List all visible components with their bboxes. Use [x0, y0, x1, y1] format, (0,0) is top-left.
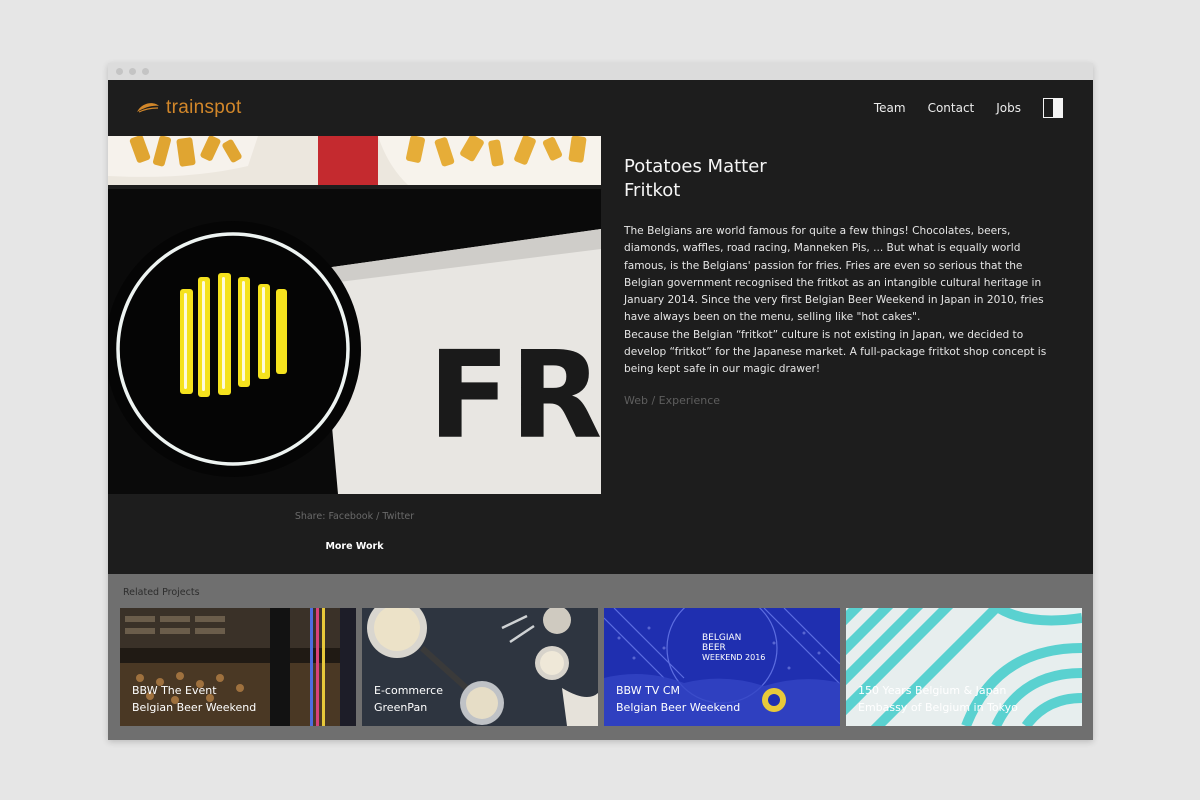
related-card-150-years[interactable]: 150 Years Belgium & Japan Embassy of Bel…	[846, 608, 1082, 726]
card-label: E-commerce GreenPan	[374, 682, 443, 716]
contrast-toggle-icon[interactable]	[1043, 98, 1063, 118]
poster-text: WEEKEND 2016	[702, 653, 765, 662]
window-dot-icon	[129, 68, 136, 75]
card-label: BBW TV CM Belgian Beer Weekend	[616, 682, 740, 716]
related-card-ecommerce[interactable]: E-commerce GreenPan	[362, 608, 598, 726]
nav-jobs[interactable]: Jobs	[996, 101, 1021, 115]
project-tags: Web / Experience	[624, 394, 721, 407]
site-header: trainspot Team Contact Jobs	[108, 80, 1093, 136]
hero-image-fries	[108, 136, 601, 185]
card-title: BBW The Event	[132, 684, 217, 697]
card-title: BBW TV CM	[616, 684, 680, 697]
logo-text: trainspot	[166, 97, 242, 118]
nav-contact[interactable]: Contact	[928, 101, 975, 115]
poster-text: BEER	[702, 643, 726, 653]
share-prefix: Share:	[294, 511, 329, 522]
share-twitter-link[interactable]: Twitter	[382, 511, 414, 522]
related-projects: Related Projects BBW The Event Belgian B…	[108, 574, 1093, 740]
fries-image	[108, 136, 601, 185]
card-label: BBW The Event Belgian Beer Weekend	[132, 682, 256, 716]
logo[interactable]: trainspot	[136, 97, 242, 119]
related-card-bbw-event[interactable]: BBW The Event Belgian Beer Weekend	[120, 608, 356, 726]
project-title-line2: Fritkot	[624, 180, 681, 201]
fritkot-sign-image: FRI	[108, 189, 601, 494]
project-title: Potatoes Matter Fritkot	[624, 155, 924, 203]
related-projects-title: Related Projects	[123, 587, 200, 598]
browser-chrome	[108, 63, 1093, 80]
card-label: 150 Years Belgium & Japan Embassy of Bel…	[858, 682, 1018, 716]
card-title: 150 Years Belgium & Japan	[858, 684, 1007, 697]
share-links: Share: Facebook / Twitter	[108, 511, 601, 522]
leaf-logo-icon	[137, 103, 159, 113]
window-dot-icon	[142, 68, 149, 75]
share-facebook-link[interactable]: Facebook	[328, 511, 373, 522]
card-subtitle: Embassy of Belgium in Tokyo	[858, 701, 1018, 714]
card-subtitle: Belgian Beer Weekend	[616, 701, 741, 714]
share-separator: /	[373, 511, 383, 522]
related-card-bbw-tv-cm[interactable]: BELGIAN BEER WEEKEND 2016 BBW TV CM Belg…	[604, 608, 840, 726]
card-title: E-commerce	[374, 684, 443, 697]
browser-window: trainspot Team Contact Jobs FR Potatoes …	[108, 63, 1093, 740]
project-description: The Belgians are world famous for quite …	[624, 225, 1047, 376]
poster-text: BELGIAN	[702, 633, 741, 643]
window-dot-icon	[116, 68, 123, 75]
sign-text: FRI	[428, 327, 601, 466]
card-subtitle: GreenPan	[374, 701, 428, 714]
hero-image-fritkot-sign: FRI	[108, 189, 601, 494]
project-title-line1: Potatoes Matter	[624, 156, 767, 177]
more-work-link[interactable]: More Work	[108, 541, 601, 552]
nav-team[interactable]: Team	[874, 101, 906, 115]
main-nav: Team Contact Jobs	[852, 98, 1063, 118]
card-subtitle: Belgian Beer Weekend	[132, 701, 257, 714]
